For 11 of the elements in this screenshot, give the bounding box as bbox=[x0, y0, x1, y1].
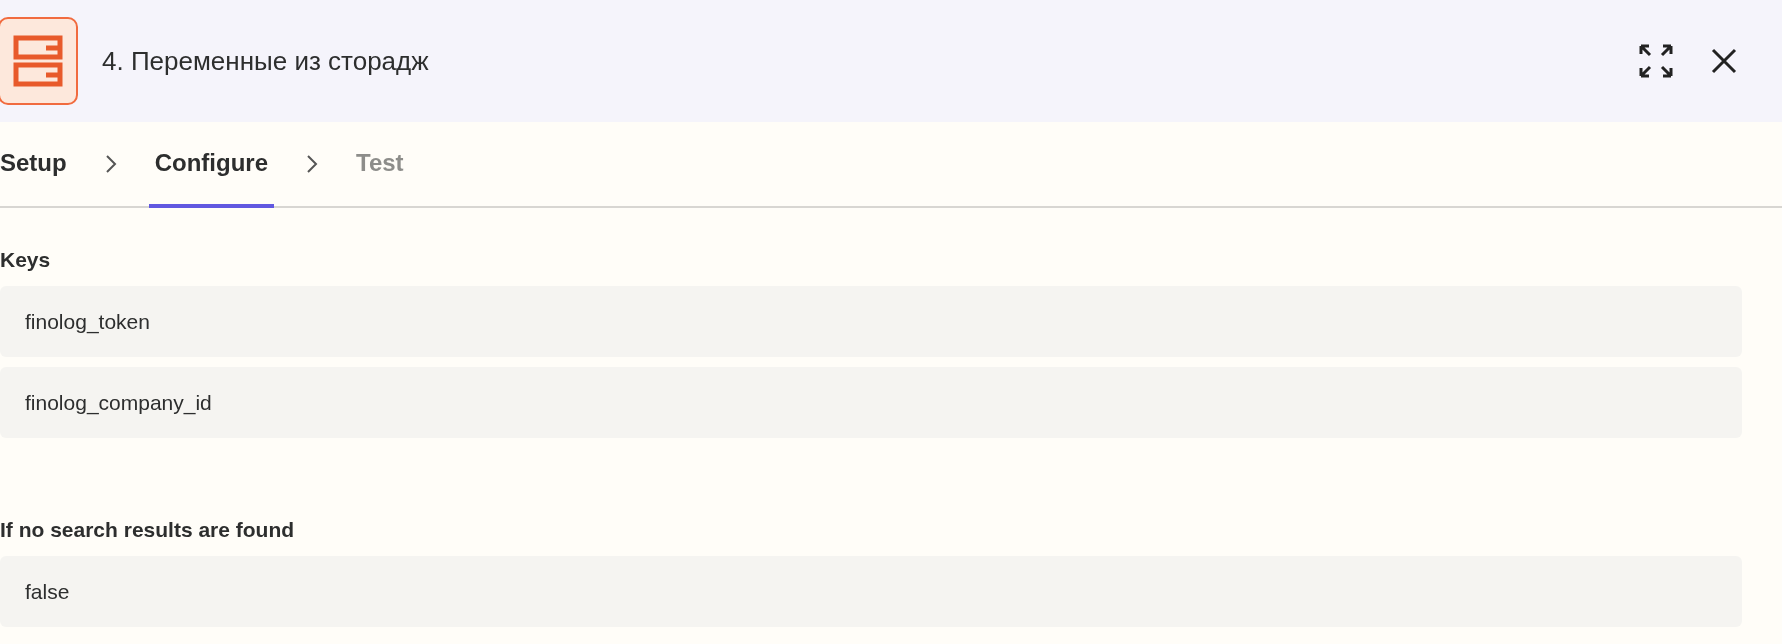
field-label: Keys bbox=[0, 248, 52, 272]
step-tab[interactable]: Setup bbox=[0, 122, 73, 208]
chevron-icon bbox=[306, 154, 318, 174]
window-title: 4. Переменные из сторадж bbox=[102, 45, 430, 77]
chevron-icon bbox=[104, 154, 117, 174]
field-label: If no search results are found bbox=[0, 518, 296, 542]
step-tab[interactable]: Configure bbox=[148, 122, 274, 208]
input-field[interactable]: finolog_token bbox=[0, 286, 1742, 357]
storage-app-icon bbox=[0, 17, 78, 105]
input-field[interactable]: finolog_company_id bbox=[0, 367, 1742, 438]
input-field[interactable]: false bbox=[0, 556, 1742, 627]
